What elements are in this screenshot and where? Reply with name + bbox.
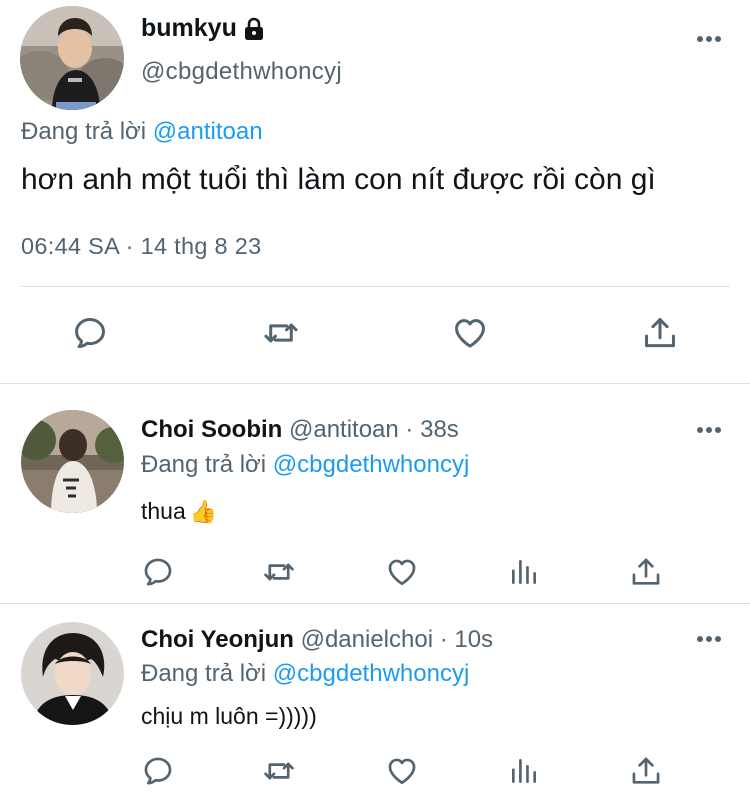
avatar[interactable] bbox=[21, 410, 124, 513]
mention-link[interactable]: @antitoan bbox=[153, 118, 263, 145]
reply-icon[interactable] bbox=[141, 754, 175, 788]
timestamp[interactable]: · 10s bbox=[433, 626, 493, 653]
like-icon[interactable] bbox=[385, 555, 419, 589]
display-name[interactable]: Choi Soobin bbox=[141, 416, 282, 443]
avatar[interactable] bbox=[21, 622, 124, 725]
mention-link[interactable]: @cbgdethwhoncyj bbox=[273, 660, 469, 687]
mention-link[interactable]: @cbgdethwhoncyj bbox=[273, 451, 469, 478]
more-options-icon[interactable] bbox=[696, 635, 722, 643]
more-options-icon[interactable] bbox=[696, 426, 722, 434]
avatar[interactable] bbox=[20, 6, 124, 110]
divider bbox=[21, 286, 730, 287]
reply-icon[interactable] bbox=[71, 314, 109, 352]
reply-icon[interactable] bbox=[141, 555, 175, 589]
like-icon[interactable] bbox=[450, 314, 490, 352]
share-icon[interactable] bbox=[629, 754, 663, 788]
display-name[interactable]: bumkyu bbox=[141, 14, 237, 43]
tweet-timestamp[interactable]: 06:44 SA · 14 thg 8 23 bbox=[21, 233, 261, 260]
retweet-icon[interactable] bbox=[260, 555, 298, 589]
like-icon[interactable] bbox=[385, 754, 419, 788]
retweet-icon[interactable] bbox=[260, 754, 298, 788]
main-tweet: bumkyu @cbgdethwhoncyj Đang trả lời @ant… bbox=[0, 0, 750, 383]
share-icon[interactable] bbox=[641, 314, 679, 352]
replying-to: Đang trả lời @cbgdethwhoncyj bbox=[141, 451, 469, 479]
replying-to: Đang trả lời @antitoan bbox=[21, 118, 263, 146]
handle[interactable]: @antitoan bbox=[289, 416, 399, 443]
analytics-icon[interactable] bbox=[508, 555, 540, 589]
more-options-icon[interactable] bbox=[696, 35, 722, 43]
share-icon[interactable] bbox=[629, 555, 663, 589]
timestamp[interactable]: · 38s bbox=[399, 416, 458, 443]
handle[interactable]: @danielchoi bbox=[301, 626, 433, 653]
tweet-text-content: thua bbox=[141, 498, 186, 524]
replying-to-label: Đang trả lời bbox=[141, 660, 273, 687]
replying-to: Đang trả lời @cbgdethwhoncyj bbox=[141, 660, 469, 688]
reply-tweet: Choi Soobin @antitoan · 38s Đang trả lời… bbox=[0, 384, 750, 603]
display-name[interactable]: Choi Yeonjun bbox=[141, 626, 294, 653]
replying-to-label: Đang trả lời bbox=[141, 451, 273, 478]
handle[interactable]: @cbgdethwhoncyj bbox=[141, 58, 342, 86]
tweet-text: chịu m luôn =))))) bbox=[141, 703, 317, 729]
analytics-icon[interactable] bbox=[508, 754, 540, 788]
retweet-icon[interactable] bbox=[259, 314, 303, 352]
reply-tweet: Choi Yeonjun @danielchoi · 10s Đang trả … bbox=[0, 604, 750, 802]
tweet-text: hơn anh một tuổi thì làm con nít được rồ… bbox=[21, 163, 656, 196]
replying-to-label: Đang trả lời bbox=[21, 118, 153, 145]
lock-icon bbox=[244, 17, 263, 40]
thumbs-up-emoji: 👍 bbox=[189, 499, 218, 524]
tweet-text: thua 👍 bbox=[141, 498, 217, 525]
